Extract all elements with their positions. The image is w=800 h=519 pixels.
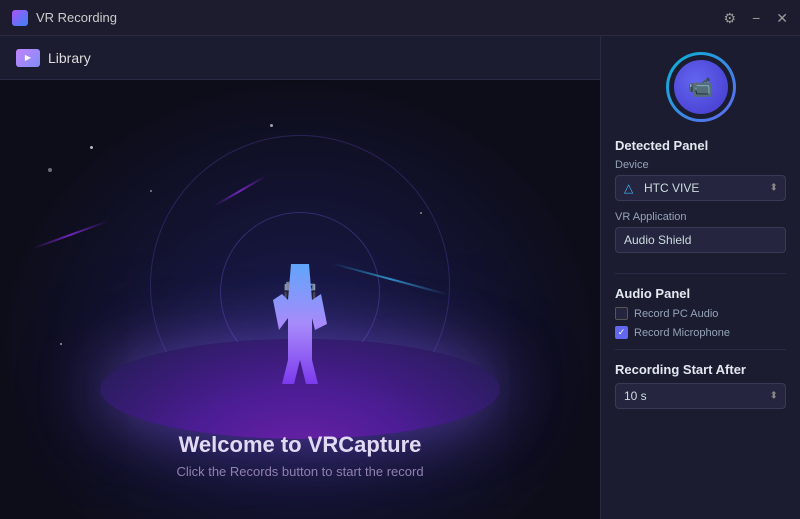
vr-application-label: VR Application [615, 211, 786, 223]
record-pc-audio-checkbox[interactable] [615, 307, 628, 320]
person-body [270, 264, 330, 384]
vr-application-display: Audio Shield [615, 227, 786, 253]
record-microphone-row: Record Microphone [615, 326, 786, 339]
window-title: VR Recording [36, 10, 117, 25]
library-nav-item[interactable]: Library [16, 49, 91, 67]
star-6 [60, 343, 62, 345]
star-2 [150, 190, 152, 192]
app-container: VR Recording ⚙ − ✕ Library 📷 [0, 0, 800, 519]
shooting-line-1 [32, 220, 108, 249]
library-icon [16, 49, 40, 67]
record-pc-audio-label: Record PC Audio [634, 308, 718, 320]
device-brand-icon: △ [624, 181, 638, 195]
app-icon [12, 10, 28, 26]
title-bar-controls: ⚙ − ✕ [724, 11, 788, 25]
library-label: Library [48, 50, 91, 66]
title-bar-left: VR Recording [12, 10, 117, 26]
record-camera-icon: 📹 [688, 75, 713, 100]
divider-2 [615, 349, 786, 350]
record-microphone-checkbox[interactable] [615, 326, 628, 339]
welcome-subtitle: Click the Records button to start the re… [0, 464, 600, 479]
record-button[interactable]: 📹 [666, 52, 736, 122]
device-name: HTC VIVE [644, 181, 699, 195]
record-microphone-label: Record Microphone [634, 327, 730, 339]
nav-bar: Library [0, 36, 600, 80]
welcome-title: Welcome to VRCapture [0, 432, 600, 458]
left-panel: Library 📷 [0, 36, 600, 519]
star-1 [90, 146, 93, 149]
recording-start-after-select[interactable]: 10 s [615, 383, 786, 409]
recording-start-after-wrap: 10 s ⬍ [615, 383, 786, 409]
welcome-text-area: Welcome to VRCapture Click the Records b… [0, 432, 600, 479]
record-button-wrapper: 📹 [615, 52, 786, 122]
main-area: Library 📷 [0, 36, 800, 519]
audio-panel-title: Audio Panel [615, 286, 786, 301]
star-5 [48, 168, 52, 172]
star-3 [270, 124, 273, 127]
person-silhouette [270, 264, 330, 384]
star-4 [420, 212, 422, 214]
right-panel: 📹 Detected Panel Device △ HTC VIVE ⬍ VR … [600, 36, 800, 519]
title-bar: VR Recording ⚙ − ✕ [0, 0, 800, 36]
device-label: Device [615, 159, 786, 171]
content-area: 📷 [0, 80, 600, 519]
minimize-button[interactable]: − [752, 11, 760, 25]
divider-1 [615, 273, 786, 274]
device-select[interactable]: △ HTC VIVE [615, 175, 786, 201]
close-button[interactable]: ✕ [776, 11, 788, 25]
device-select-wrap: △ HTC VIVE ⬍ [615, 175, 786, 201]
detected-panel-title: Detected Panel [615, 138, 786, 153]
recording-start-after-title: Recording Start After [615, 362, 786, 377]
record-button-inner: 📹 [674, 60, 728, 114]
settings-button[interactable]: ⚙ [724, 11, 737, 25]
record-pc-audio-row: Record PC Audio [615, 307, 786, 320]
recording-start-after-value: 10 s [624, 389, 647, 403]
